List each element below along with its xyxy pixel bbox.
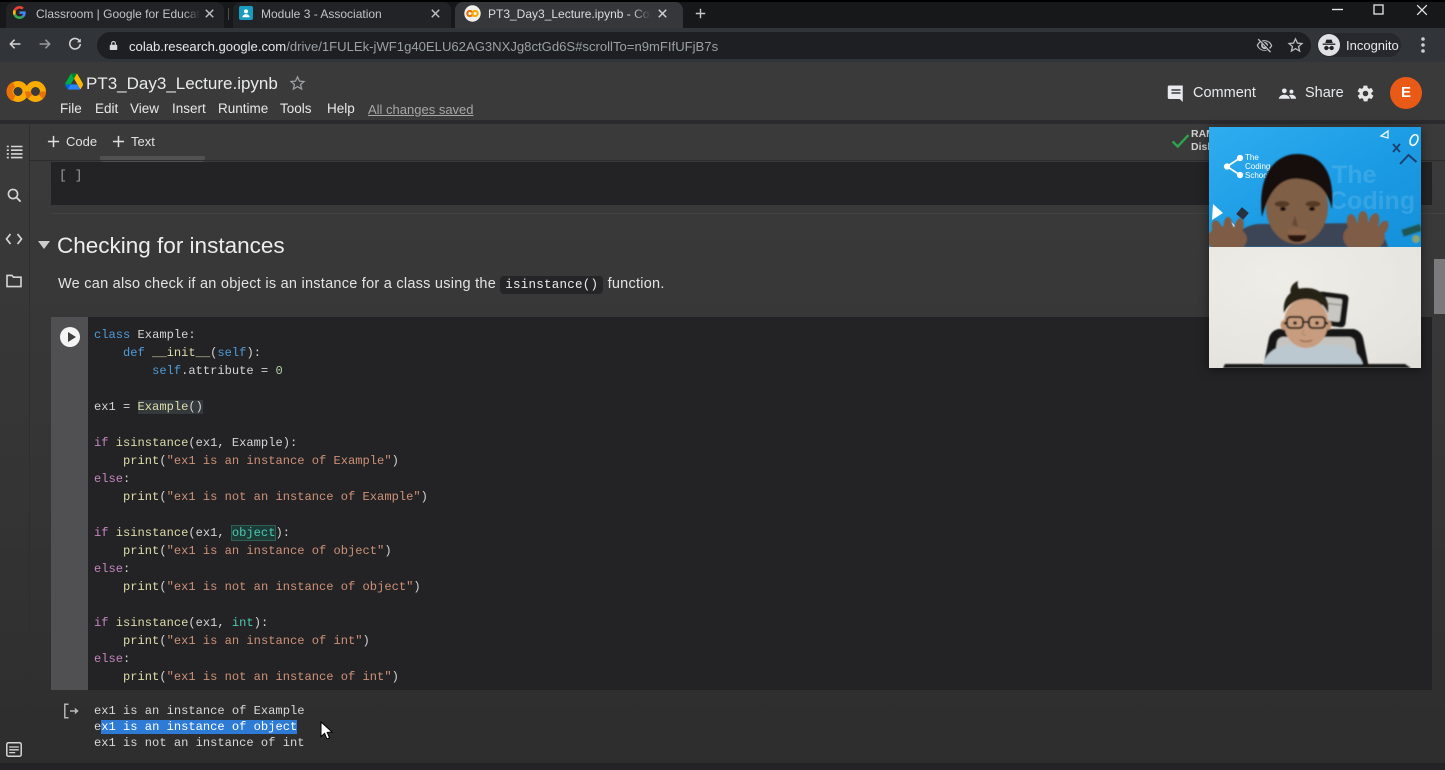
svg-text:The: The: [1245, 153, 1259, 162]
svg-text:The: The: [1332, 161, 1377, 189]
svg-text:Coding: Coding: [1329, 187, 1415, 215]
svg-text:Coding: Coding: [1245, 162, 1270, 171]
